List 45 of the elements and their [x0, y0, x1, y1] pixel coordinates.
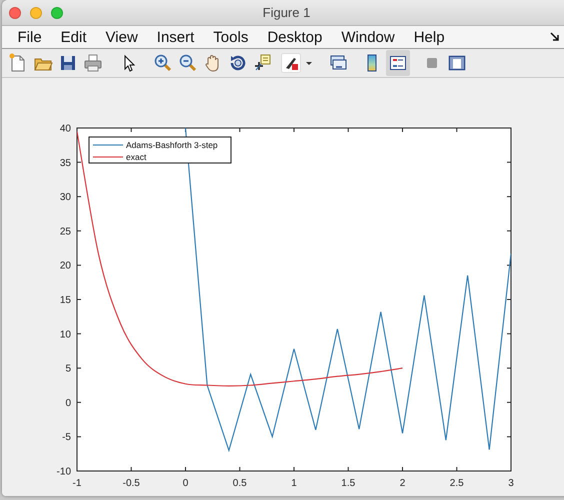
y-tick-label: 30 — [60, 192, 71, 204]
window-title: Figure 1 — [262, 5, 312, 20]
legend-label: exact — [126, 152, 146, 162]
x-tick-label: 0.5 — [232, 478, 247, 489]
y-tick-label: 20 — [60, 260, 71, 272]
window-panes-icon — [447, 53, 467, 73]
y-tick-label: 40 — [60, 124, 71, 134]
y-tick-label: 5 — [65, 364, 71, 375]
y-tick-label: -5 — [62, 432, 71, 444]
x-tick-label: 2 — [400, 478, 406, 489]
x-tick-label: -0.5 — [122, 478, 140, 489]
y-tick-label: 10 — [60, 329, 71, 340]
legend-button[interactable] — [386, 50, 410, 76]
caret-icon — [306, 62, 312, 64]
y-tick-label: 25 — [60, 226, 71, 238]
brush-button[interactable] — [279, 50, 303, 76]
menu-item[interactable]: Insert — [147, 28, 204, 46]
menu-item[interactable]: File — [8, 28, 52, 46]
close-icon[interactable] — [9, 6, 21, 18]
legend-icon — [388, 53, 408, 73]
menu-item[interactable]: Help — [404, 28, 454, 46]
rotate-icon — [228, 53, 248, 73]
brush-icon — [281, 53, 301, 73]
dock-arrow-icon[interactable] — [550, 32, 560, 42]
menu-item[interactable]: Tools — [204, 28, 258, 46]
x-tick-label: 1 — [291, 478, 297, 489]
y-tick-label: -10 — [56, 466, 71, 478]
x-tick-label: 3 — [508, 478, 514, 489]
menu-item[interactable]: Desktop — [258, 28, 332, 46]
zoom-out-icon — [178, 53, 198, 73]
x-tick-label: -1 — [72, 478, 82, 489]
zoom-in-icon — [153, 53, 173, 73]
y-tick-label: 35 — [60, 158, 71, 169]
menu-item[interactable]: Window — [332, 28, 404, 46]
x-tick-label: 1.5 — [341, 478, 356, 489]
x-tick-label: 0 — [182, 478, 188, 489]
legend-label: Adams-Bashforth 3-step — [126, 140, 218, 150]
menu-item[interactable]: Edit — [51, 28, 96, 46]
data-cursor-icon — [253, 53, 273, 73]
x-tick-label: 2.5 — [450, 478, 464, 489]
printer-icon — [83, 53, 103, 73]
menu-item[interactable]: View — [96, 28, 148, 46]
y-tick-label: 15 — [60, 295, 71, 306]
save-icon — [58, 53, 78, 73]
y-tick-label: 0 — [65, 398, 71, 409]
